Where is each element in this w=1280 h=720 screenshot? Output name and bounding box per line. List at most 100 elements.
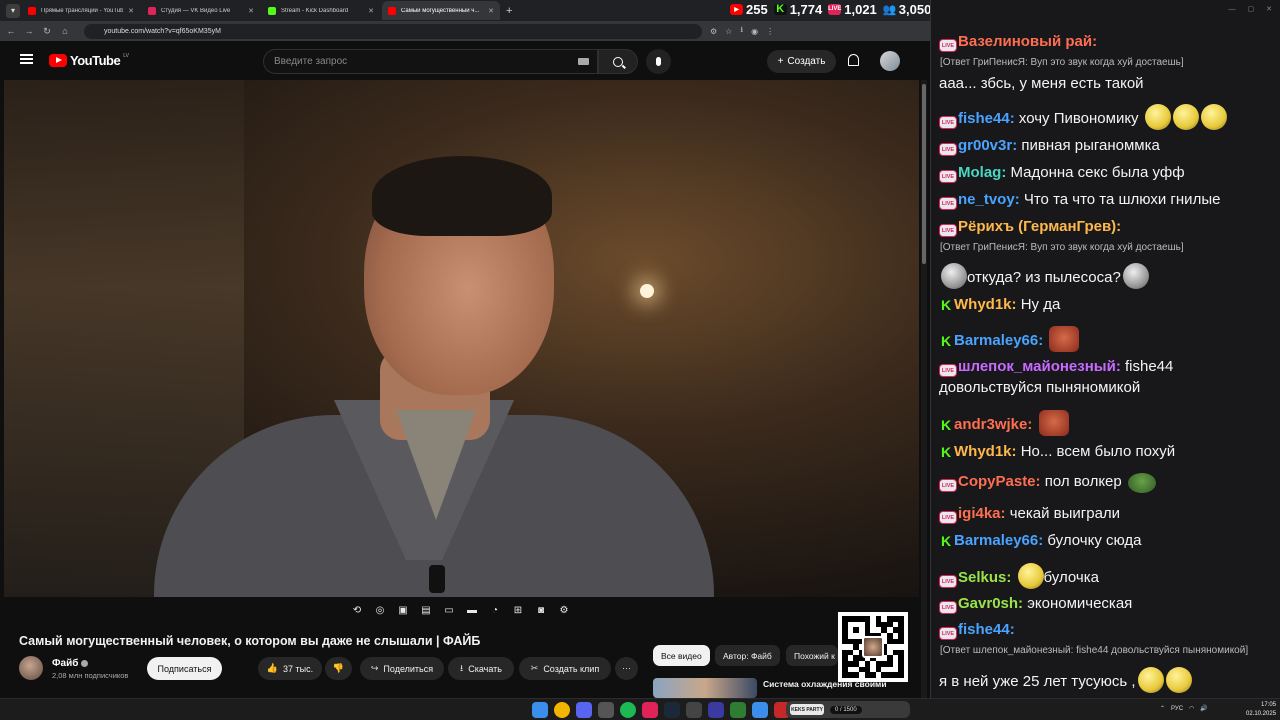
youtube-logo[interactable]: YouTube LV xyxy=(49,53,129,68)
video-player[interactable] xyxy=(4,80,919,597)
app-icon[interactable] xyxy=(730,702,746,718)
clapper-icon[interactable]: ▤ xyxy=(419,604,433,616)
youtube-icon: ▶ xyxy=(730,3,743,15)
related-video-thumbnail[interactable] xyxy=(653,678,757,698)
clip-button[interactable]: ✂ Создать клип xyxy=(519,657,611,680)
clock-time: 17:05 xyxy=(1261,702,1277,708)
windows-taskbar: KEKS PARTY 0 / 1500 ⌃ РУС ◠ 🔊 17:05 02.1… xyxy=(0,698,1280,720)
steam-icon[interactable] xyxy=(664,702,680,718)
close-tab-icon[interactable]: ✕ xyxy=(128,7,134,15)
create-button[interactable]: + Создать xyxy=(767,50,836,73)
chevron-up-icon[interactable]: ⌃ xyxy=(1160,705,1165,712)
share-button[interactable]: ↪ Поделиться xyxy=(360,657,444,680)
keyboard-icon[interactable] xyxy=(578,58,589,65)
search-input[interactable]: Введите запрос xyxy=(263,49,598,74)
more-actions-button[interactable]: ⋯ xyxy=(615,657,638,680)
bookmark-star-icon[interactable]: ☆ xyxy=(725,27,732,36)
profile-icon[interactable]: ◉ xyxy=(751,27,758,36)
settings-gear-icon[interactable]: ⚙ xyxy=(557,604,571,616)
chrome-icon[interactable] xyxy=(554,702,570,718)
app-icon[interactable] xyxy=(686,702,702,718)
chat-text: Ну да xyxy=(1020,296,1061,313)
chat-reply-quote: [Ответ шлепок_майонезный: fishe44 доволь… xyxy=(940,645,1249,656)
scissors-icon: ✂ xyxy=(530,663,539,673)
wifi-icon[interactable]: ◠ xyxy=(1189,705,1194,712)
extension-icon[interactable]: ⚙ xyxy=(710,27,717,36)
app-icon[interactable] xyxy=(642,702,658,718)
emote-icon xyxy=(1122,263,1149,289)
video-title: Самый могущественный человек, о котором … xyxy=(19,634,481,648)
discord-icon[interactable] xyxy=(576,702,592,718)
kick-badge-icon: K xyxy=(940,444,952,460)
speed-icon[interactable]: ◔ xyxy=(488,604,502,616)
account-avatar[interactable] xyxy=(880,51,900,71)
chat-text: fishe44 xyxy=(1125,358,1174,375)
emote-icon xyxy=(1017,563,1044,589)
reload-icon[interactable]: ↻ xyxy=(40,26,54,37)
audio-icon[interactable]: ◎ xyxy=(373,604,387,616)
minimize-icon[interactable]: — xyxy=(1229,6,1236,13)
dislike-button[interactable]: 👎 xyxy=(325,657,352,680)
chat-text: Но... всем было похуй xyxy=(1020,443,1176,460)
new-tab-button[interactable]: + xyxy=(506,5,512,17)
loop-icon[interactable]: ⟲ xyxy=(350,604,364,616)
kick-badge-icon: K xyxy=(940,297,952,313)
tab-youtube-live[interactable]: Прямые трансляции - YouTube ✕ xyxy=(22,1,140,20)
total-viewer-count: 👥 3,050 xyxy=(882,1,932,17)
forward-icon[interactable]: → xyxy=(22,26,36,36)
download-icon[interactable]: ⭳ xyxy=(740,24,743,38)
chip-all-videos[interactable]: Все видео xyxy=(653,645,710,666)
kick-badge-icon: K xyxy=(940,333,952,349)
vk-viewer-count: LIVE 1,021 xyxy=(828,1,877,17)
goal-overlay-widget: KEKS PARTY 0 / 1500 xyxy=(786,701,910,718)
app-icon[interactable] xyxy=(708,702,724,718)
close-tab-icon[interactable]: ✕ xyxy=(488,7,494,15)
voice-search-button[interactable] xyxy=(646,49,671,74)
home-icon[interactable]: ⌂ xyxy=(58,26,72,36)
more-menu-icon[interactable]: ⋮ xyxy=(766,27,774,36)
url-field[interactable]: youtube.com/watch?v=qf65oKM35yM xyxy=(84,23,702,39)
notifications-bell-icon[interactable] xyxy=(848,54,859,66)
page-scrollbar-thumb[interactable] xyxy=(922,84,926,264)
close-icon[interactable]: ✕ xyxy=(1266,5,1272,13)
back-icon[interactable]: ← xyxy=(4,26,18,36)
channel-name[interactable]: Файб xyxy=(52,658,89,669)
volume-icon[interactable]: 🔊 xyxy=(1200,705,1207,712)
chat-nick: Рёрихъ (ГерманГрев): xyxy=(958,218,1122,235)
vk-live-badge-icon: LIVE xyxy=(939,364,957,377)
app-icon[interactable] xyxy=(752,702,768,718)
screen-icon[interactable]: ▣ xyxy=(396,604,410,616)
windows-start-icon[interactable] xyxy=(532,702,548,718)
tab-kick-dashboard[interactable]: Stream - Kick Dashboard ✕ xyxy=(262,1,380,20)
close-tab-icon[interactable]: ✕ xyxy=(368,7,374,15)
miniplayer-icon[interactable]: ▭ xyxy=(442,604,456,616)
like-button[interactable]: 👍 37 тыс. xyxy=(258,657,322,680)
obs-icon[interactable] xyxy=(598,702,614,718)
chat-message: Kandr3wjke: xyxy=(939,410,1275,436)
tab-vk-studio[interactable]: Студия — VK Видео Live ✕ xyxy=(142,1,260,20)
tab-search-icon[interactable]: ▾ xyxy=(6,3,20,18)
video-lamp xyxy=(640,284,654,298)
qr-center-image xyxy=(862,636,884,658)
chat-nick: Вазелиновый рай: xyxy=(958,33,1098,50)
tab-youtube-video[interactable]: Самый могущественный ч... ✕ xyxy=(382,1,500,20)
vk-live-badge-icon: LIVE xyxy=(939,116,957,129)
channel-avatar[interactable] xyxy=(19,656,43,680)
chat-message: K Whyd1k: Ну да xyxy=(939,296,1275,314)
chip-similar[interactable]: Похожий к xyxy=(786,645,838,666)
chip-author[interactable]: Автор: Файб xyxy=(715,645,780,666)
download-button[interactable]: ⭳ Скачать xyxy=(448,657,514,680)
system-clock[interactable]: 17:05 02.10.2025 xyxy=(1246,701,1276,719)
subscribe-button[interactable]: Подписаться xyxy=(147,657,222,680)
vk-live-badge-icon: LIVE xyxy=(939,479,957,492)
add-icon[interactable]: ⊞ xyxy=(511,604,525,616)
create-label: Создать xyxy=(787,56,826,67)
hamburger-menu-icon[interactable] xyxy=(20,54,33,64)
close-tab-icon[interactable]: ✕ xyxy=(248,7,254,15)
maximize-icon[interactable]: ▢ xyxy=(1248,5,1255,13)
theater-icon[interactable]: ▬ xyxy=(465,604,479,616)
spotify-icon[interactable] xyxy=(620,702,636,718)
language-indicator[interactable]: РУС xyxy=(1171,706,1183,712)
search-button[interactable] xyxy=(598,49,638,74)
screenshot-icon[interactable]: ◙ xyxy=(534,604,548,616)
